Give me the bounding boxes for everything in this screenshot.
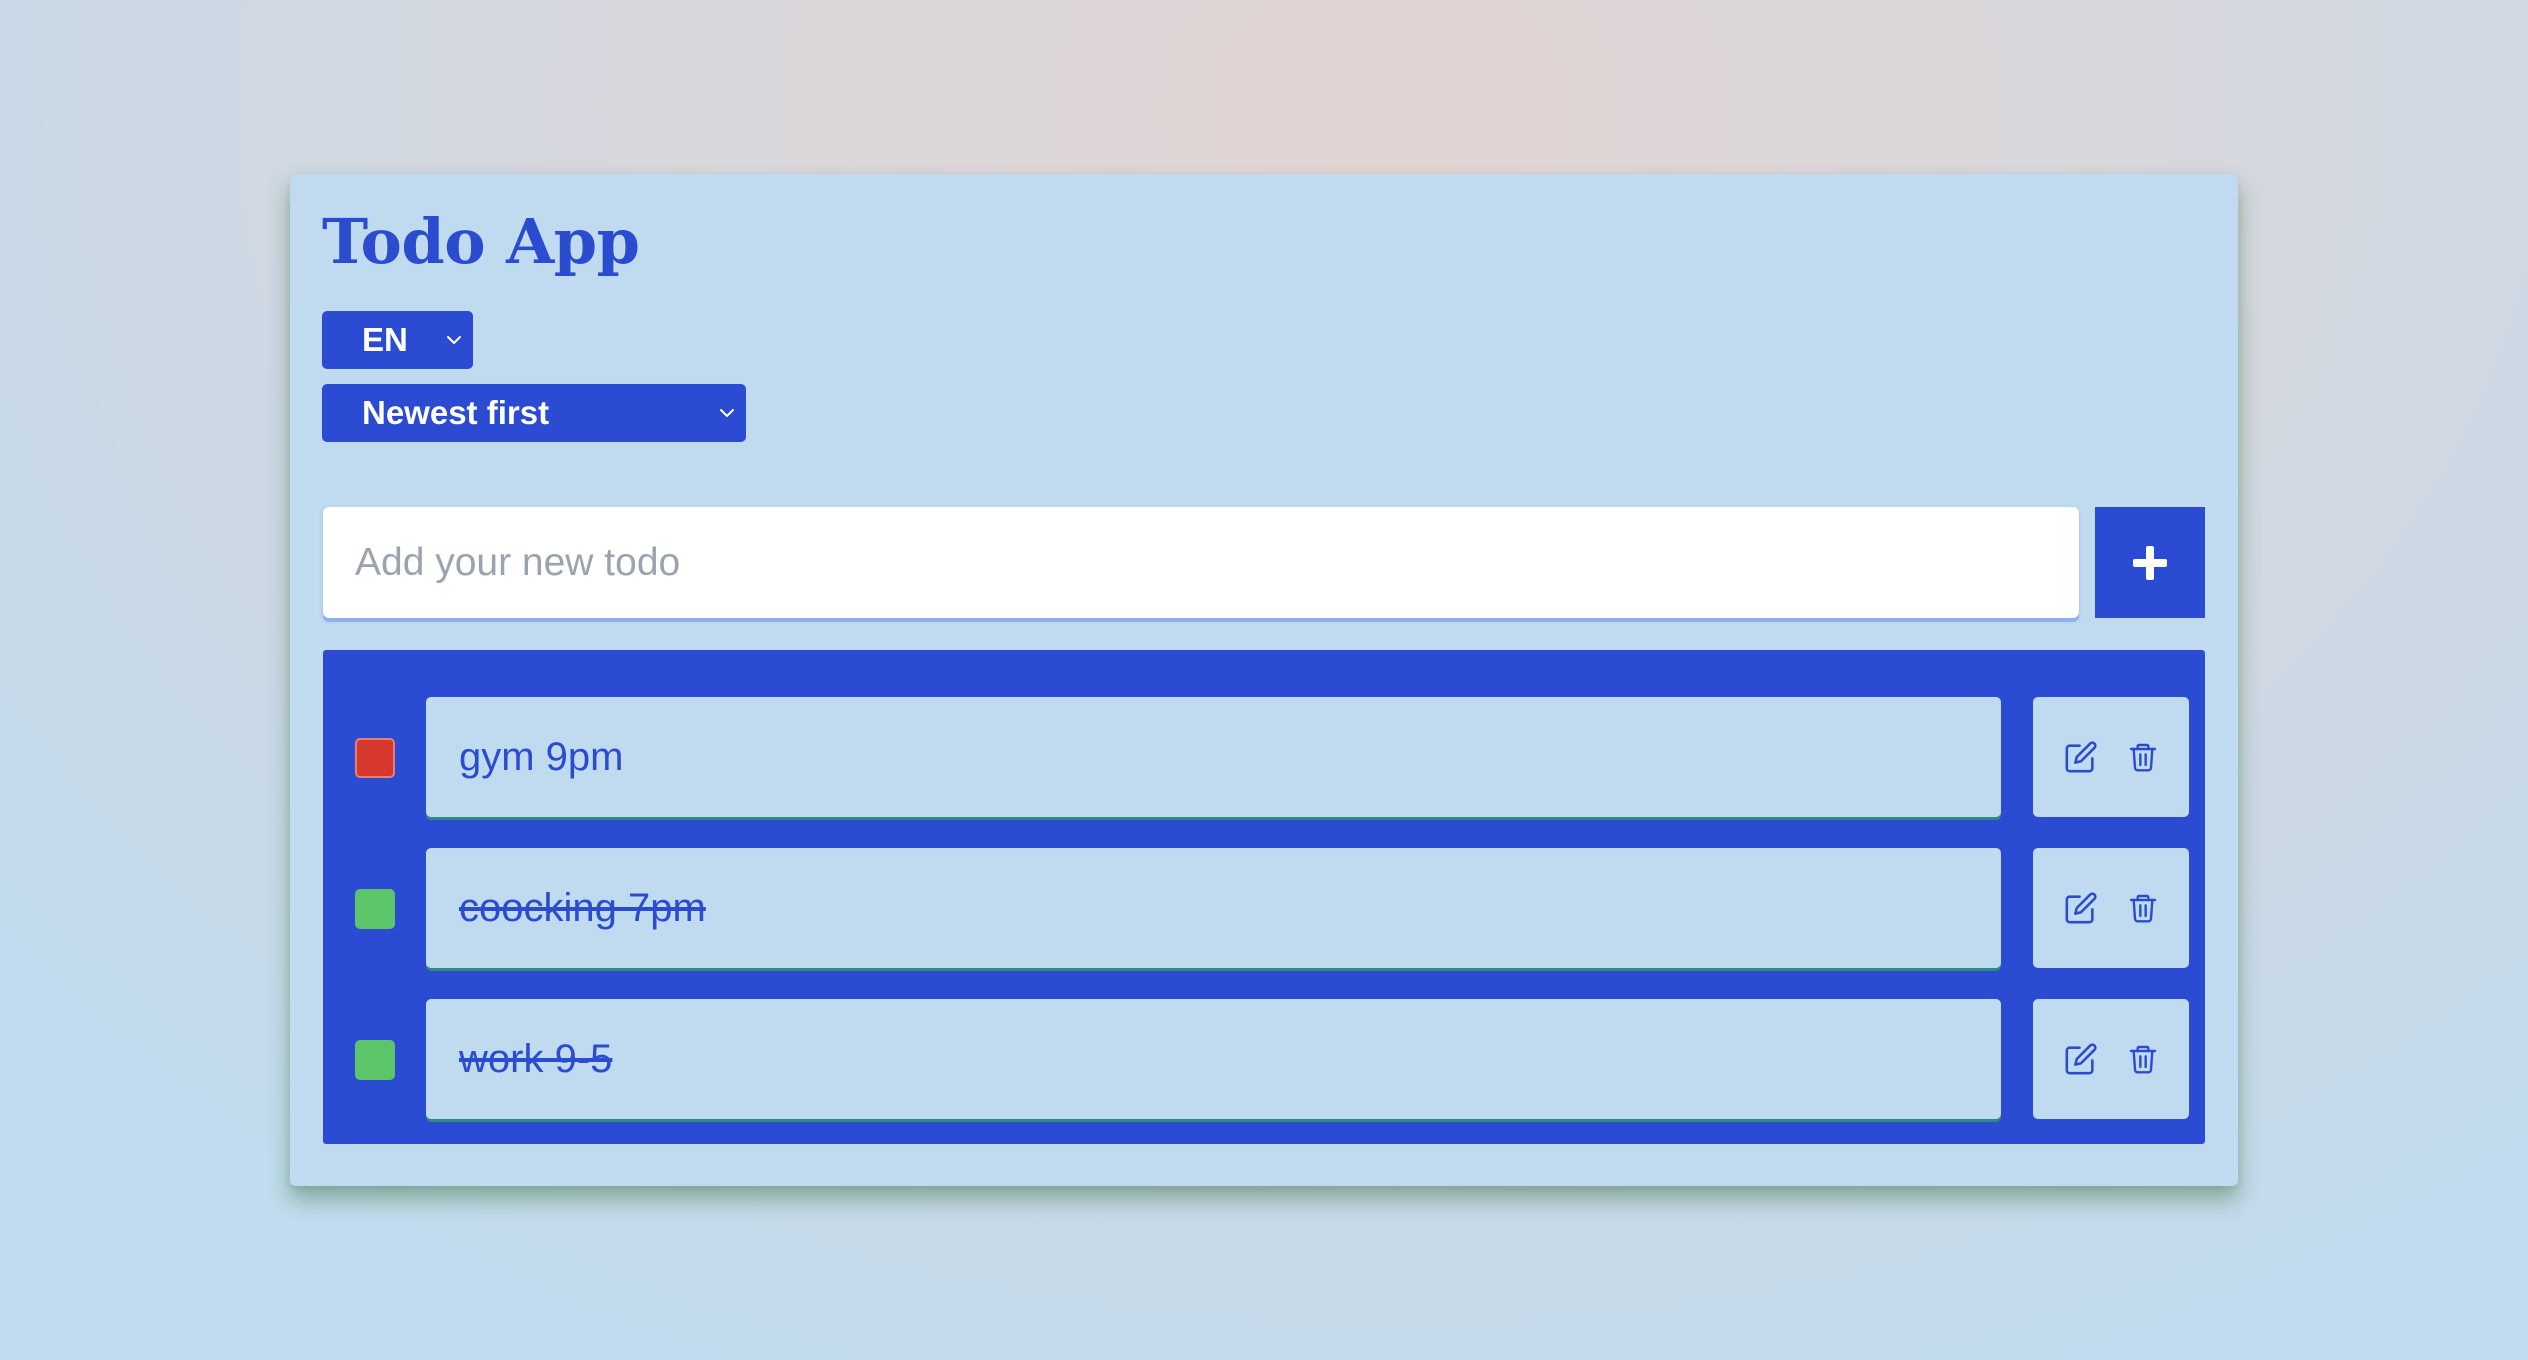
trash-icon — [2129, 894, 2157, 923]
todo-checkbox[interactable] — [355, 1040, 395, 1080]
todo-text-field[interactable]: coocking 7pm — [426, 848, 2001, 968]
language-select-value: EN — [362, 321, 408, 358]
todo-actions — [2033, 697, 2189, 817]
chevron-down-icon — [447, 336, 461, 344]
todo-card: Todo App EN Newest first Add your new to… — [290, 174, 2238, 1186]
delete-button[interactable] — [2125, 1040, 2161, 1078]
todo-text-field[interactable]: work 9-5 — [426, 999, 2001, 1119]
chevron-down-icon — [720, 409, 734, 417]
todo-text: gym 9pm — [459, 734, 624, 779]
language-select[interactable]: EN — [322, 311, 473, 369]
edit-icon — [2065, 741, 2097, 773]
todo-list: gym 9pm coocking 7pm work 9-5 — [323, 650, 2205, 1144]
trash-icon — [2129, 1045, 2157, 1074]
todo-actions — [2033, 848, 2189, 968]
todo-item: work 9-5 — [323, 999, 2205, 1119]
delete-button[interactable] — [2125, 738, 2161, 776]
todo-text: work 9-5 — [459, 1036, 613, 1081]
new-todo-input[interactable]: Add your new todo — [323, 507, 2079, 618]
sort-select-value: Newest first — [362, 394, 550, 431]
delete-button[interactable] — [2125, 889, 2161, 927]
new-todo-placeholder: Add your new todo — [355, 540, 681, 584]
todo-item: gym 9pm — [323, 697, 2205, 817]
edit-button[interactable] — [2063, 1040, 2099, 1078]
todo-checkbox[interactable] — [355, 889, 395, 929]
app-title: Todo App — [322, 205, 640, 278]
todo-text-field[interactable]: gym 9pm — [426, 697, 2001, 817]
todo-checkbox[interactable] — [355, 738, 395, 778]
edit-button[interactable] — [2063, 738, 2099, 776]
sort-select[interactable]: Newest first — [322, 384, 746, 442]
todo-item: coocking 7pm — [323, 848, 2205, 968]
edit-icon — [2065, 892, 2097, 924]
todo-actions — [2033, 999, 2189, 1119]
add-todo-button[interactable] — [2095, 507, 2205, 618]
edit-icon — [2065, 1043, 2097, 1075]
plus-icon — [2133, 545, 2167, 580]
edit-button[interactable] — [2063, 889, 2099, 927]
trash-icon — [2129, 743, 2157, 772]
todo-text: coocking 7pm — [459, 885, 706, 930]
